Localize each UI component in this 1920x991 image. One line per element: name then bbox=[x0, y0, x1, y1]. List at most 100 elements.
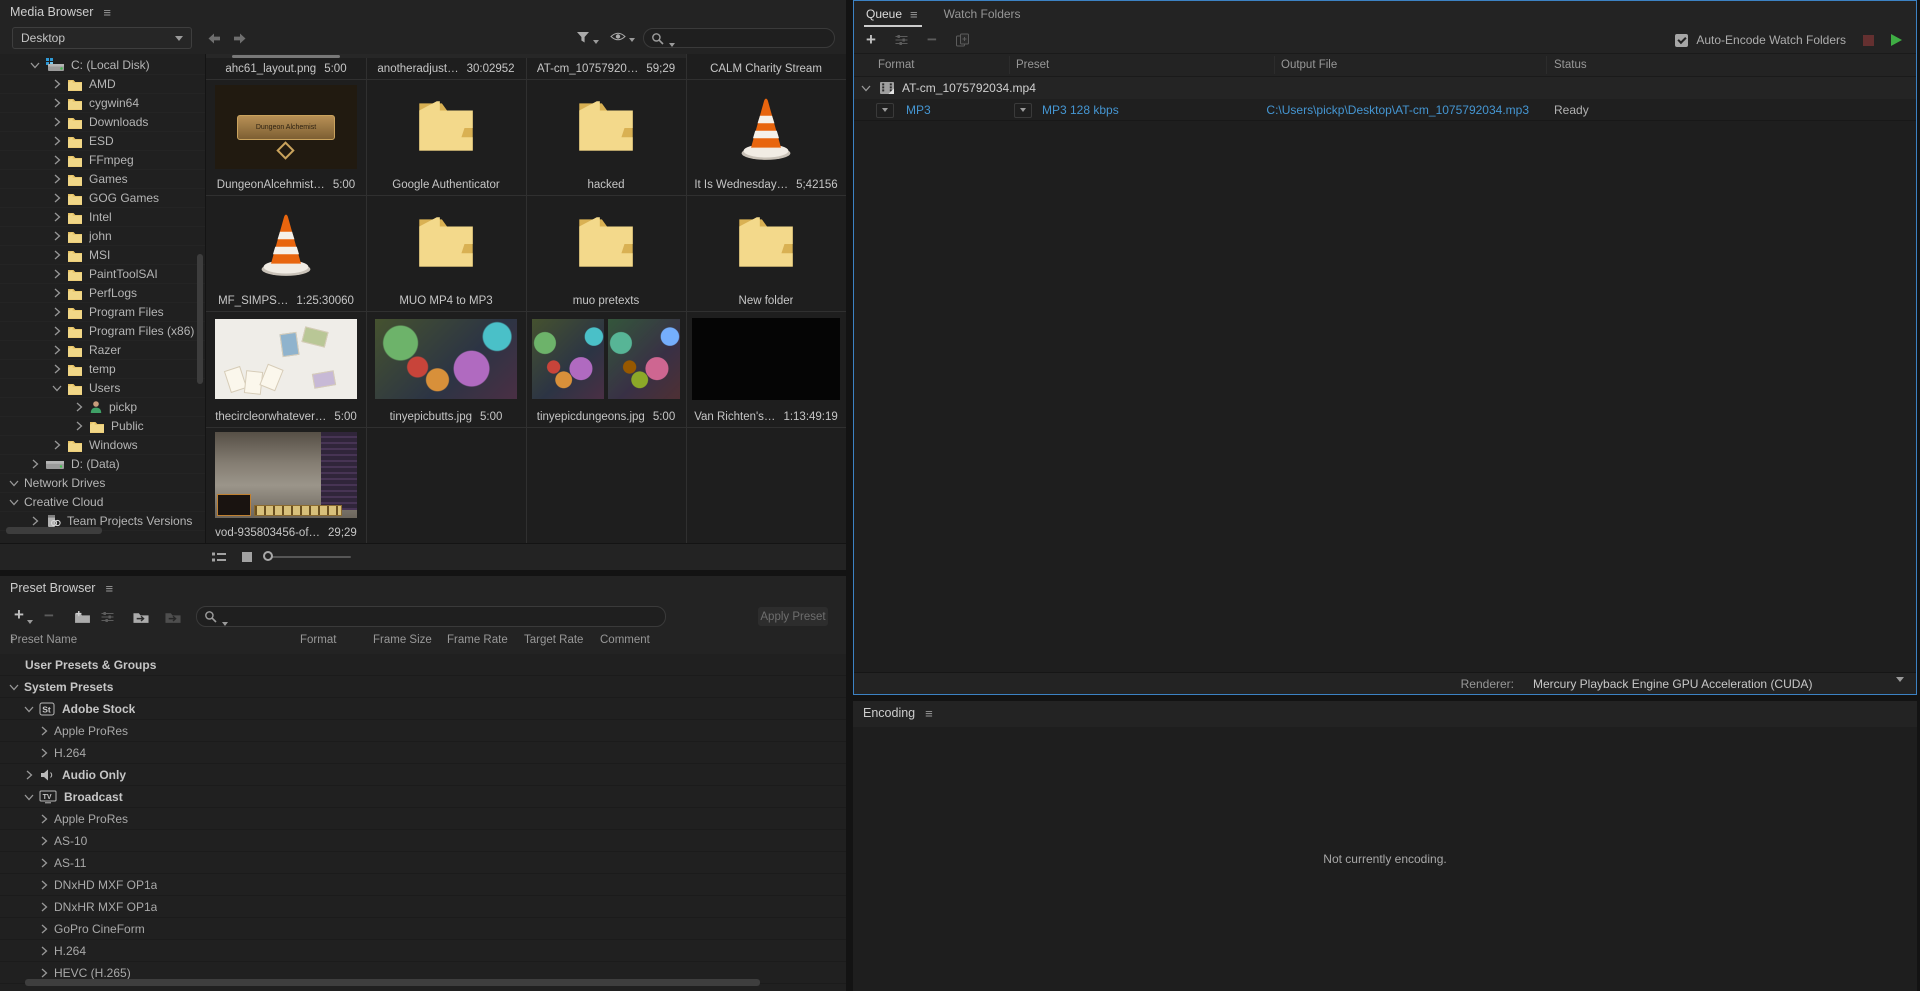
tree-expander-icon[interactable] bbox=[53, 326, 61, 336]
tree-horizontal-scrollbar[interactable] bbox=[6, 527, 102, 534]
remove-source-button[interactable]: − bbox=[927, 32, 937, 48]
preset-row[interactable]: St TV User Presets & Groups bbox=[0, 654, 846, 676]
preset-expander-icon[interactable] bbox=[40, 836, 48, 846]
preset-row[interactable]: St TV AS-10 bbox=[0, 830, 846, 852]
media-item[interactable]: Dungeon Alchemist Van Richten's… 1:13:49… bbox=[686, 312, 846, 428]
tree-expander-icon[interactable] bbox=[30, 61, 40, 69]
preset-horizontal-scrollbar[interactable] bbox=[25, 979, 760, 986]
tree-item[interactable]: PerfLogs bbox=[0, 284, 205, 303]
media-item[interactable]: Dungeon Alchemist It Is Wednesday… 5;421… bbox=[686, 80, 846, 196]
tree-expander-icon[interactable] bbox=[9, 479, 19, 487]
renderer-dropdown[interactable]: Mercury Playback Engine GPU Acceleration… bbox=[1533, 677, 1812, 691]
tree-expander-icon[interactable] bbox=[53, 345, 61, 355]
duplicate-icon[interactable] bbox=[955, 33, 970, 47]
media-item[interactable]: Dungeon Alchemist hacked bbox=[526, 80, 686, 196]
preset-search-field[interactable] bbox=[196, 606, 666, 627]
add-output-settings-icon[interactable] bbox=[894, 34, 909, 46]
thumbnail-view-icon[interactable] bbox=[241, 551, 253, 563]
column-comment[interactable]: Comment bbox=[600, 634, 650, 646]
media-item[interactable]: Dungeon Alchemist MF_SIMPS… 1:25:30060 bbox=[206, 196, 366, 312]
add-preset-button[interactable]: + bbox=[14, 606, 33, 624]
output-preset[interactable]: MP3 128 kbps bbox=[1042, 103, 1119, 117]
preset-row[interactable]: St TV H.264 bbox=[0, 742, 846, 764]
preset-expander-icon[interactable] bbox=[40, 880, 48, 890]
tree-expander-icon[interactable] bbox=[53, 193, 61, 203]
tree-item[interactable]: Public bbox=[0, 417, 205, 436]
tree-item[interactable]: temp bbox=[0, 360, 205, 379]
forward-arrow-icon[interactable] bbox=[232, 32, 249, 45]
tree-item[interactable]: Program Files (x86) bbox=[0, 322, 205, 341]
panel-menu-icon[interactable]: ≡ bbox=[105, 582, 113, 595]
preset-row[interactable]: St TV H.264 bbox=[0, 940, 846, 962]
tree-item[interactable]: Intel bbox=[0, 208, 205, 227]
panel-menu-icon[interactable]: ≡ bbox=[925, 707, 933, 720]
tree-expander-icon[interactable] bbox=[53, 212, 61, 222]
media-item[interactable]: Dungeon Alchemist DungeonAlcehmist… 5:00 bbox=[206, 80, 366, 196]
preset-row[interactable]: St TV Adobe Stock bbox=[0, 698, 846, 720]
panel-menu-icon[interactable]: ≡ bbox=[910, 8, 918, 21]
start-queue-icon[interactable] bbox=[1891, 34, 1902, 46]
apply-preset-button[interactable]: Apply Preset bbox=[758, 607, 828, 626]
tree-item[interactable]: GOG Games bbox=[0, 189, 205, 208]
tree-item[interactable]: Program Files bbox=[0, 303, 205, 322]
preset-expander-icon[interactable] bbox=[40, 968, 48, 978]
tree-item[interactable]: john bbox=[0, 227, 205, 246]
tree-expander-icon[interactable] bbox=[53, 440, 61, 450]
thumbnail-size-slider[interactable] bbox=[267, 556, 351, 558]
media-item[interactable]: Dungeon Alchemist Google Authenticator bbox=[366, 80, 526, 196]
tree-expander-icon[interactable] bbox=[53, 288, 61, 298]
tree-expander-icon[interactable] bbox=[53, 364, 61, 374]
column-frame-rate[interactable]: Frame Rate bbox=[447, 634, 508, 646]
tree-item[interactable]: PaintToolSAI bbox=[0, 265, 205, 284]
media-item[interactable]: Dungeon Alchemist tinyepicbutts.jpg 5:00 bbox=[366, 312, 526, 428]
media-item[interactable]: Dungeon Alchemist vod-935803456-of… 29;2… bbox=[206, 428, 366, 543]
tab-watch-folders[interactable]: Watch Folders bbox=[944, 7, 1021, 21]
remove-preset-button[interactable]: − bbox=[44, 608, 54, 624]
preset-expander-icon[interactable] bbox=[40, 946, 48, 956]
preset-expander-icon[interactable] bbox=[24, 793, 34, 801]
job-expander-icon[interactable] bbox=[861, 84, 871, 92]
back-arrow-icon[interactable] bbox=[205, 32, 222, 45]
media-item[interactable]: Dungeon Alchemist MUO MP4 to MP3 bbox=[366, 196, 526, 312]
preset-row[interactable]: St TV System Presets bbox=[0, 676, 846, 698]
preset-row[interactable]: St TV Apple ProRes bbox=[0, 720, 846, 742]
preset-expander-icon[interactable] bbox=[25, 770, 33, 780]
media-item[interactable]: Dungeon Alchemist New folder bbox=[686, 196, 846, 312]
media-item[interactable]: Dungeon Alchemist muo pretexts bbox=[526, 196, 686, 312]
list-view-icon[interactable] bbox=[211, 551, 227, 563]
slider-knob[interactable] bbox=[263, 551, 273, 561]
media-item[interactable]: Dungeon Alchemist thecircleorwhatever… 5… bbox=[206, 312, 366, 428]
tree-expander-icon[interactable] bbox=[53, 98, 61, 108]
tree-expander-icon[interactable] bbox=[31, 516, 39, 526]
tree-item[interactable]: Users bbox=[0, 379, 205, 398]
preset-row[interactable]: St TV Broadcast bbox=[0, 786, 846, 808]
preset-expander-icon[interactable] bbox=[40, 858, 48, 868]
tree-expander-icon[interactable] bbox=[9, 498, 19, 506]
add-source-button[interactable]: + bbox=[866, 31, 876, 49]
tree-expander-icon[interactable] bbox=[53, 79, 61, 89]
auto-encode-checkbox[interactable] bbox=[1675, 34, 1688, 47]
preset-row[interactable]: St TV Audio Only bbox=[0, 764, 846, 786]
tree-item[interactable]: AMD bbox=[0, 75, 205, 94]
preset-expander-icon[interactable] bbox=[40, 726, 48, 736]
preset-row[interactable]: St TV AS-11 bbox=[0, 852, 846, 874]
tab-queue[interactable]: Queue ≡ bbox=[866, 7, 918, 21]
column-frame-size[interactable]: Frame Size bbox=[373, 634, 432, 646]
media-item[interactable]: Dungeon Alchemist tinyepicdungeons.jpg 5… bbox=[526, 312, 686, 428]
column-format[interactable]: Format bbox=[300, 634, 336, 646]
tree-expander-icon[interactable] bbox=[52, 384, 62, 392]
tree-item[interactable]: Razer bbox=[0, 341, 205, 360]
preset-row[interactable]: St TV DNxHD MXF OP1a bbox=[0, 874, 846, 896]
media-item[interactable]: Dungeon Alchemist CALM Charity Stream bbox=[686, 54, 846, 80]
tree-item[interactable]: pickp bbox=[0, 398, 205, 417]
tree-expander-icon[interactable] bbox=[53, 231, 61, 241]
preset-row[interactable]: St TV GoPro CineForm bbox=[0, 918, 846, 940]
location-dropdown[interactable]: Desktop bbox=[12, 27, 192, 49]
tree-expander-icon[interactable] bbox=[53, 174, 61, 184]
tree-item[interactable]: Downloads bbox=[0, 113, 205, 132]
tree-item[interactable]: FFmpeg bbox=[0, 151, 205, 170]
tree-expander-icon[interactable] bbox=[31, 459, 39, 469]
media-item[interactable]: Dungeon Alchemist anotheradjust… 30:0295… bbox=[366, 54, 526, 80]
tree-expander-icon[interactable] bbox=[53, 250, 61, 260]
output-format[interactable]: MP3 bbox=[906, 103, 931, 117]
